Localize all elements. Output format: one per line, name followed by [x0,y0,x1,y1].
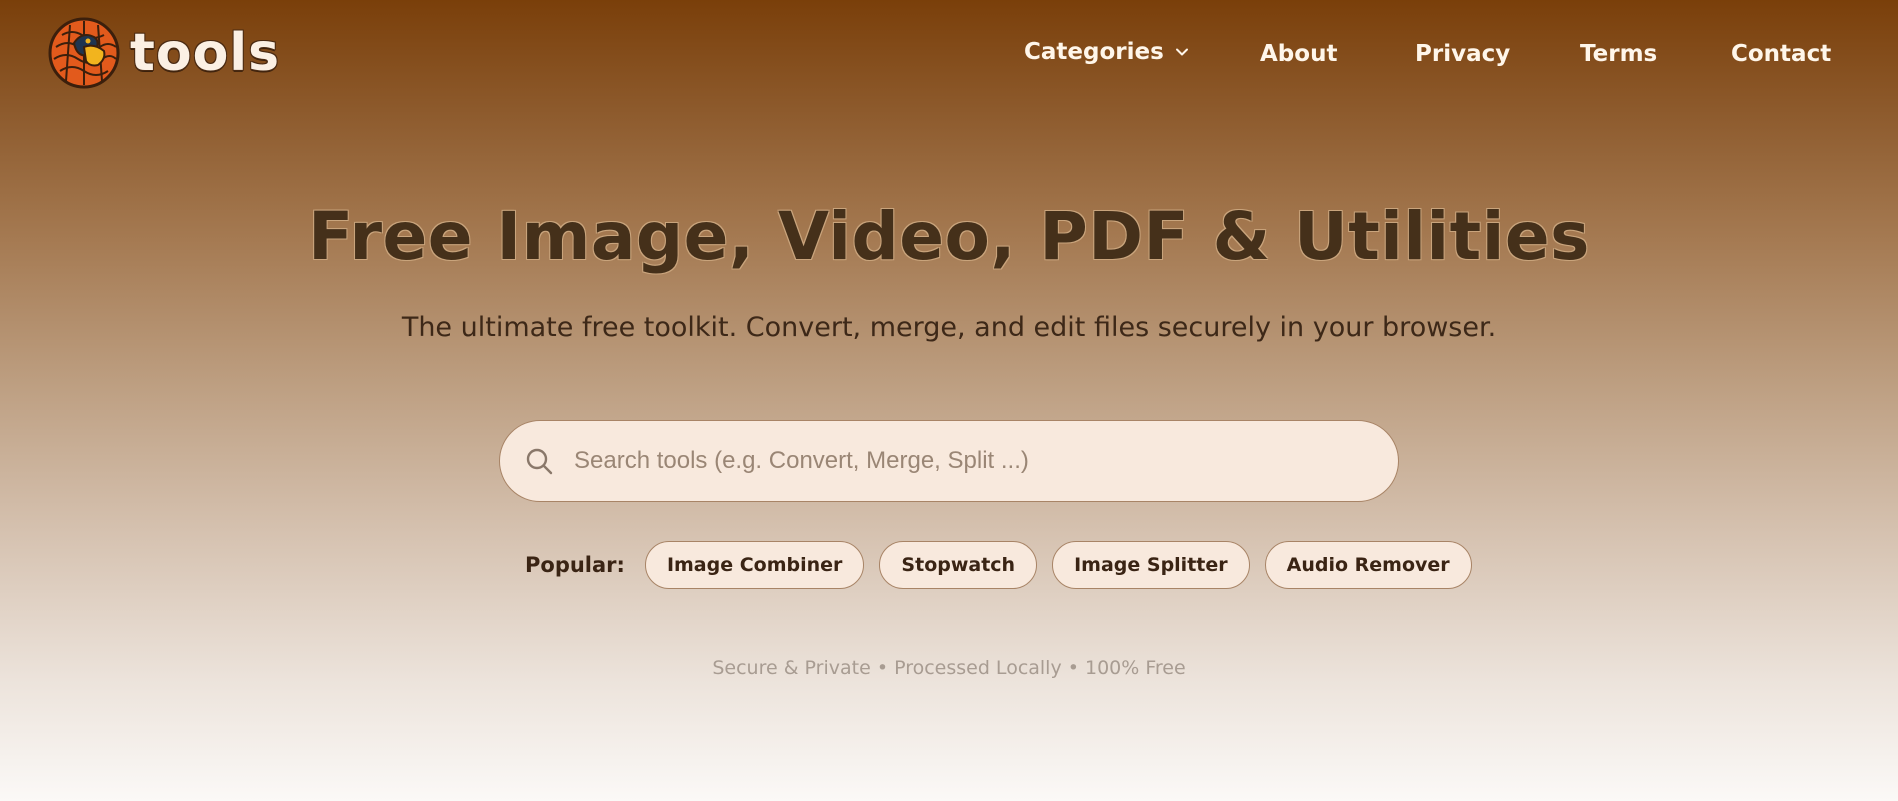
nav-terms-link[interactable]: Terms [1580,36,1657,72]
site-header: tools Categories About Privacy Terms Con… [0,0,1898,110]
search-icon [526,448,553,475]
nav-privacy-link[interactable]: Privacy [1415,36,1510,72]
popular-chip-audio-remover[interactable]: Audio Remover [1264,541,1472,589]
popular-label: Popular: [525,553,625,577]
trust-tagline: Secure & Private • Processed Locally • 1… [712,657,1186,679]
pangolin-logo-icon [48,17,120,89]
popular-tools-row: Popular: Image Combiner Stopwatch Image … [525,541,1487,589]
brand-logo-link[interactable]: tools [48,17,280,89]
nav-contact-link[interactable]: Contact [1731,36,1831,72]
search-input[interactable] [572,440,1368,482]
hero-title: Free Image, Video, PDF & Utilities [308,198,1590,275]
brand-name: tools [130,23,281,83]
popular-chip-image-combiner[interactable]: Image Combiner [644,541,865,589]
nav-categories-dropdown[interactable]: Categories [1024,34,1190,70]
hero-subtitle: The ultimate free toolkit. Convert, merg… [401,312,1497,343]
popular-chip-image-splitter[interactable]: Image Splitter [1052,541,1250,589]
popular-chip-stopwatch[interactable]: Stopwatch [879,541,1038,589]
chevron-down-icon [1175,48,1188,56]
search-bar[interactable] [499,420,1399,502]
nav-about-link[interactable]: About [1260,36,1337,72]
nav-categories-label: Categories [1024,39,1164,65]
